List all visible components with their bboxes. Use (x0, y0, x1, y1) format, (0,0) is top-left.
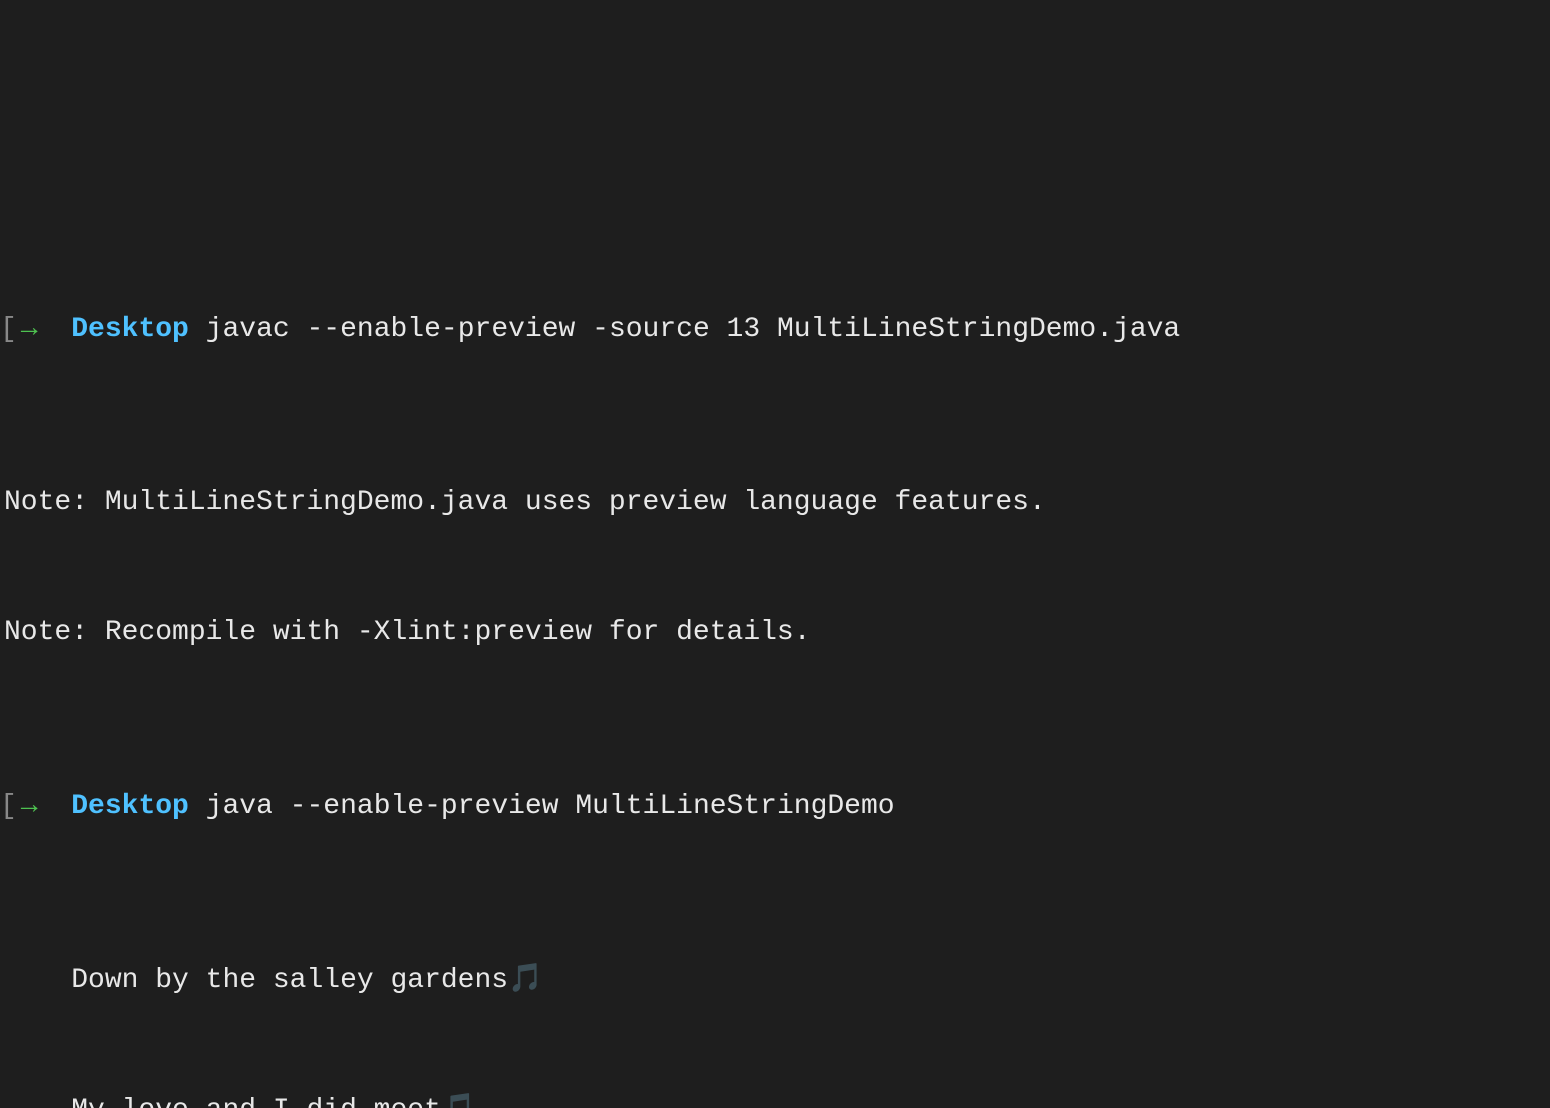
command-javac: javac --enable-preview -source 13 MultiL… (206, 308, 1181, 351)
terminal-window[interactable]: [→ Desktop javac --enable-preview -sourc… (0, 178, 1550, 1108)
prompt-directory: Desktop (71, 308, 189, 351)
music-note-icon: 🎵 (508, 959, 543, 1002)
program-output-line: Down by the salley gardens🎵 (0, 959, 1550, 1002)
prompt-line-1: [→ Desktop javac --enable-preview -sourc… (0, 308, 1550, 351)
bracket-icon: [ (0, 308, 17, 351)
program-output-line: My love and I did meet🎵 (0, 1089, 1550, 1108)
prompt-arrow-icon: → (17, 785, 38, 828)
prompt-arrow-icon: → (17, 308, 38, 351)
music-note-icon: 🎵 (441, 1089, 476, 1108)
prompt-directory: Desktop (71, 785, 189, 828)
command-java: java --enable-preview MultiLineStringDem… (206, 785, 895, 828)
bracket-icon: [ (0, 785, 17, 828)
prompt-line-2: [→ Desktop java --enable-preview MultiLi… (0, 785, 1550, 828)
compiler-note-2: Note: Recompile with -Xlint:preview for … (0, 611, 1550, 654)
compiler-note-1: Note: MultiLineStringDemo.java uses prev… (0, 481, 1550, 524)
lyric-text: Down by the salley gardens (71, 965, 508, 996)
lyric-text: My love and I did meet (71, 1095, 441, 1108)
